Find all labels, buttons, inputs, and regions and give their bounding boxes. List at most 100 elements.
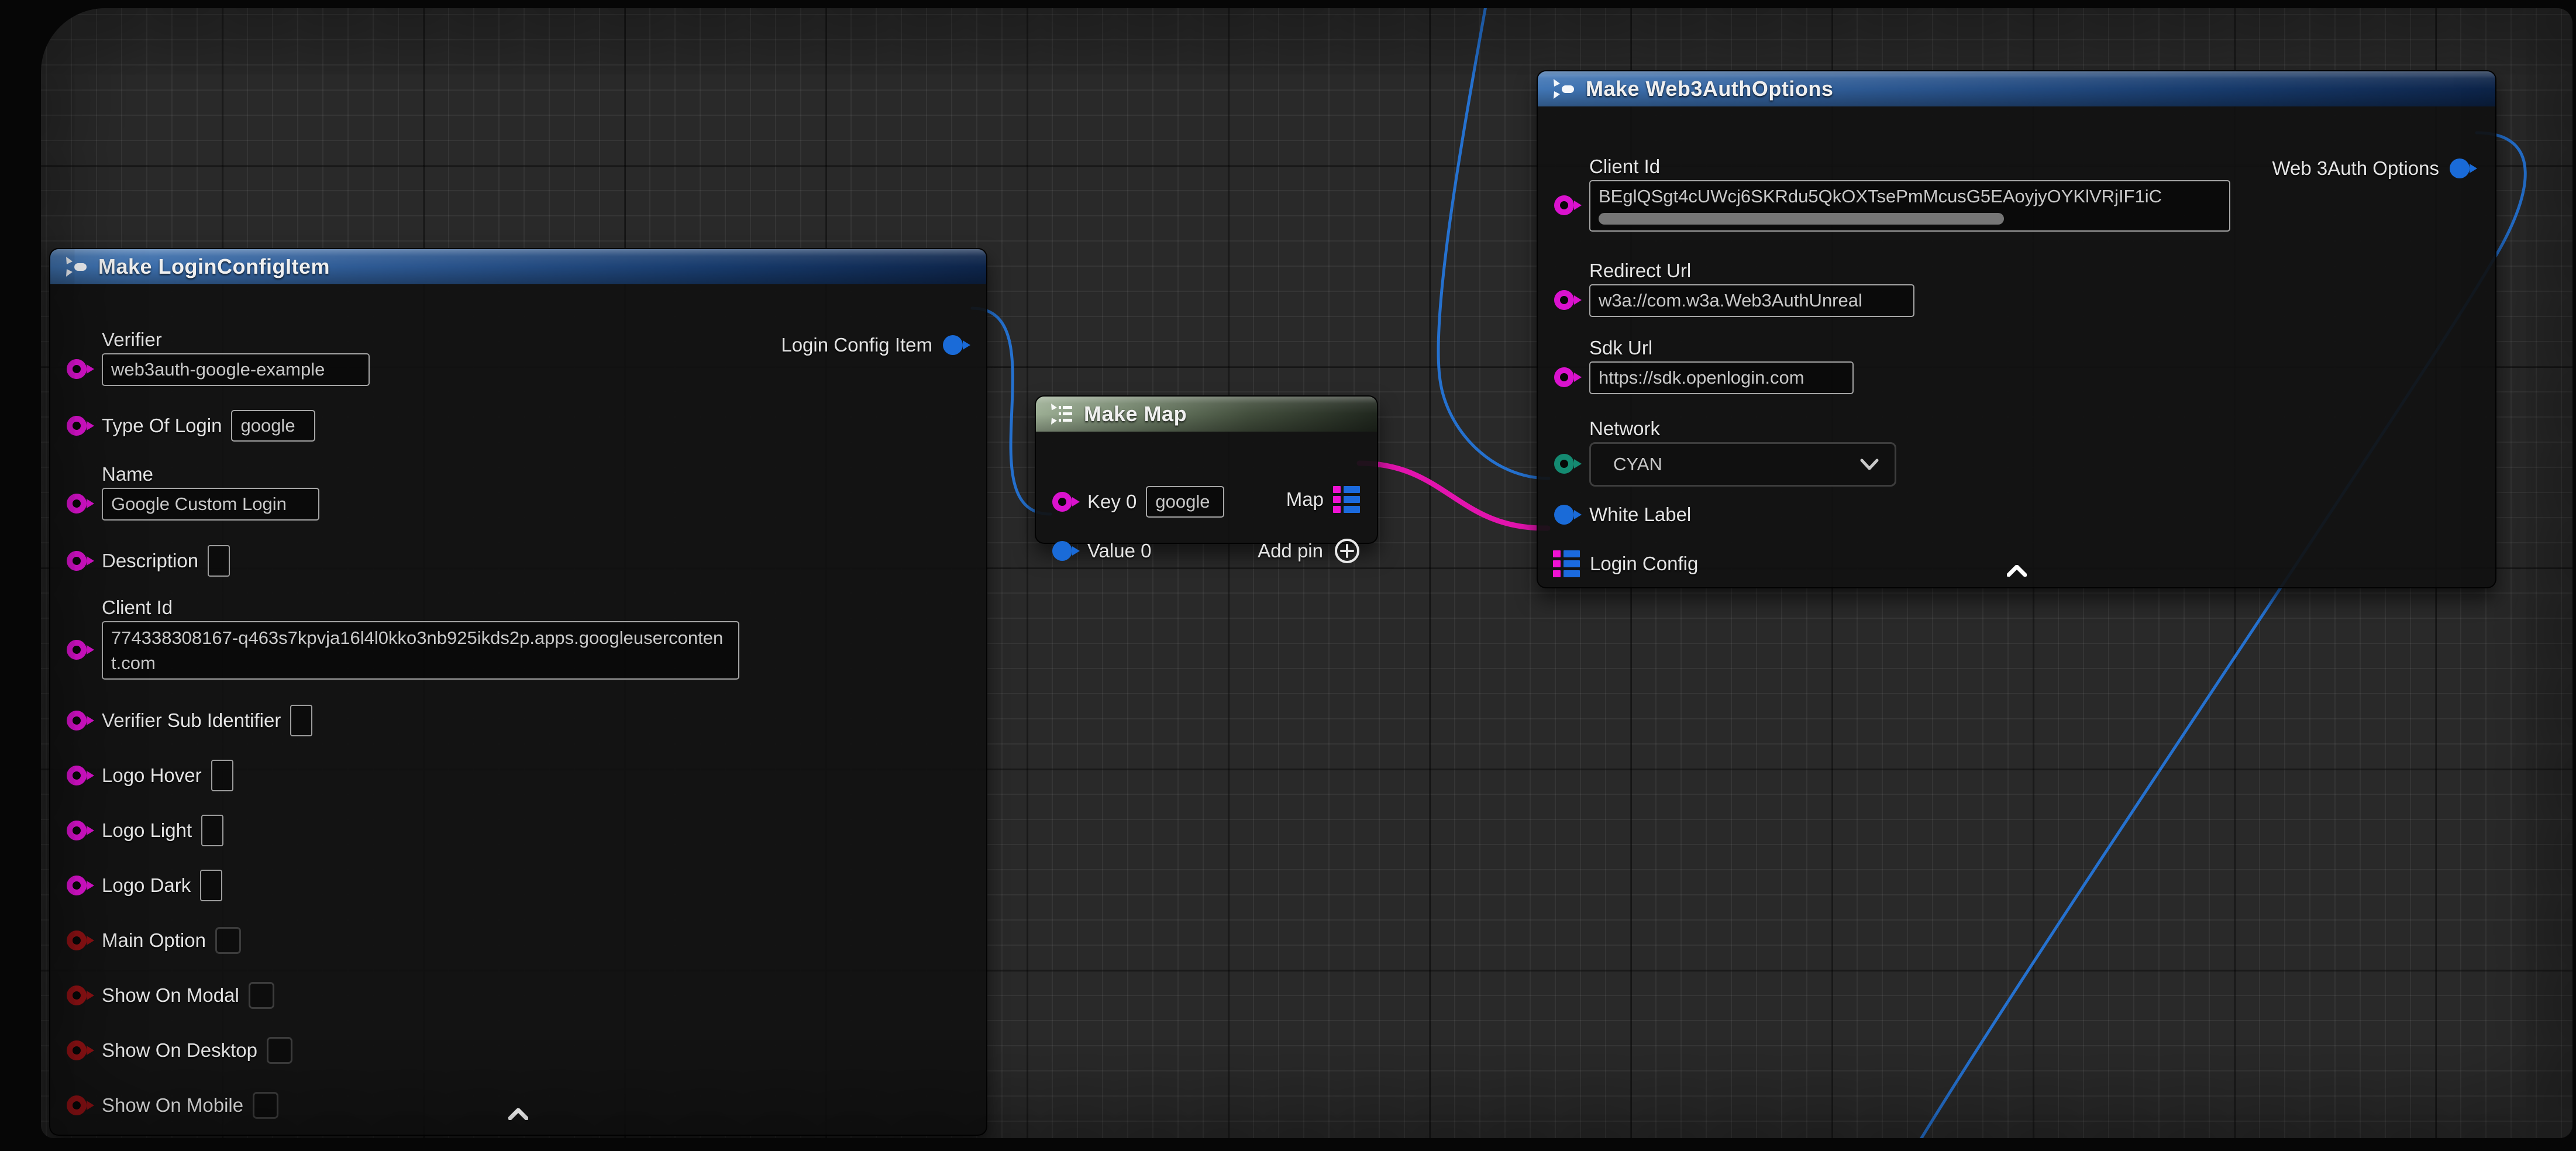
logo-hover-text-field[interactable] [211,760,233,791]
pin-client-id[interactable] [66,638,92,661]
pin-label-main-option: Main Option [102,929,206,952]
client-id-input[interactable]: 774338308167-q463s7kpvja16l4l0kko3nb925i… [102,621,739,680]
wire-offscreen-top-to-make-web3authoptions-white-label[interactable] [1438,8,1549,478]
show-on-modal-checkbox[interactable] [249,982,274,1009]
pin-label-network: Network [1589,418,1660,440]
add-pin-button[interactable]: Add pin [1258,535,1361,567]
client-id-value: BEglQSgt4cUWcj6SKRdu5QkOXTsePmMcusG5EAoy… [1599,186,2162,207]
pin-verifier-sub-identifier[interactable] [66,709,92,732]
pin-label-show-on-mobile: Show On Mobile [102,1094,243,1116]
verifier-value: web3auth-google-example [111,359,325,380]
output-row-map: Map [1286,483,1361,516]
logo-dark-text-field[interactable] [200,870,222,901]
show-on-mobile-checkbox[interactable] [253,1092,278,1119]
pin-key-0[interactable] [1051,490,1078,514]
description-text-field[interactable] [208,545,230,577]
pin-row-verifier: Verifier web3auth-google-example [66,329,370,386]
output-pin-login-config-item[interactable] [942,333,969,357]
node-make-map[interactable]: Make MapMapKey 0googleValue 0Add pin [1035,395,1378,544]
redirect-url-value: w3a://com.w3a.Web3AuthUnreal [1599,290,1862,311]
verifier-input[interactable]: web3auth-google-example [102,353,370,386]
graph-world: Make LoginConfigItem Login Config Item Ver… [41,8,2572,1138]
pin-redirect-url[interactable] [1553,288,1580,312]
sdk-url-value: https://sdk.openlogin.com [1599,367,1804,388]
node-title: Make Map [1084,402,1187,426]
output-pin-web-3auth-options[interactable] [2448,157,2475,180]
pin-logo-hover[interactable] [66,764,92,787]
pin-label-description: Description [102,550,198,572]
node-make-web3authoptions[interactable]: Make Web3AuthOptions Web 3Auth Options Cli… [1537,70,2496,588]
node-body: Web 3Auth Options Client Id BEglQSgt4cUWcj… [1538,106,2495,587]
key-0-input[interactable]: google [1146,486,1224,518]
pin-white-label[interactable] [1553,503,1580,526]
pin-label-verifier: Verifier [102,329,162,351]
pin-label-login-config: Login Config [1590,553,1698,575]
pin-logo-dark[interactable] [66,874,92,897]
name-input[interactable]: Google Custom Login [102,488,319,521]
pin-row-redirect-url: Redirect Urlw3a://com.w3a.Web3AuthUnreal [1553,260,1914,317]
pin-value-0[interactable] [1051,539,1078,563]
pin-name[interactable] [66,492,92,515]
chevron-down-icon [1859,458,1879,471]
pin-main-option[interactable] [66,929,92,952]
pin-row-logo-light: Logo Light [66,814,223,847]
pin-client-id[interactable] [1553,194,1580,217]
node-header-make-web3authoptions[interactable]: Make Web3AuthOptions [1538,71,2495,106]
pin-row-verifier-sub-identifier: Verifier Sub Identifier [66,704,312,737]
output-row-login-config-item: Login Config Item [781,329,969,361]
node-body: MapKey 0googleValue 0Add pin [1036,432,1377,543]
client-id-input[interactable]: BEglQSgt4cUWcj6SKRdu5QkOXTsePmMcusG5EAoy… [1589,180,2230,232]
key-0-value: google [1155,491,1210,512]
pin-label-name: Name [102,463,153,485]
network-selected-value: CYAN [1613,454,1662,475]
pin-show-on-modal[interactable] [66,984,92,1007]
collapse-node-button[interactable] [492,1102,545,1126]
type-of-login-input[interactable]: google [231,410,315,442]
pin-label-sdk-url: Sdk Url [1589,337,1652,359]
pin-label-client-id: Client Id [1589,156,1660,178]
node-header-make-loginconfigitem[interactable]: Make LoginConfigItem [50,249,986,284]
pin-row-show-on-modal: Show On Modal [66,979,274,1012]
add-pin-label: Add pin [1258,540,1323,562]
node-header-make-map[interactable]: Make Map [1036,397,1377,432]
client-id-scrollbar[interactable] [1599,213,2004,225]
pin-row-client-id: Client Id BEglQSgt4cUWcj6SKRdu5QkOXTsePmM… [1553,156,2230,232]
redirect-url-input[interactable]: w3a://com.w3a.Web3AuthUnreal [1589,284,1914,317]
sdk-url-input[interactable]: https://sdk.openlogin.com [1589,361,1854,394]
collapse-node-button[interactable] [1990,559,2043,583]
pin-show-on-mobile[interactable] [66,1094,92,1117]
pin-row-value-0: Value 0 [1051,535,1151,567]
pin-row-type-of-login: Type Of Logingoogle [66,409,315,442]
blueprint-graph-canvas[interactable]: Make LoginConfigItem Login Config Item Ver… [41,8,2572,1138]
make-struct-icon [63,254,89,280]
node-title: Make LoginConfigItem [98,254,330,279]
pin-show-on-desktop[interactable] [66,1039,92,1062]
pin-sdk-url[interactable] [1553,366,1580,389]
pin-type-of-login[interactable] [66,414,92,437]
pin-description[interactable] [66,549,92,573]
logo-light-text-field[interactable] [201,815,223,846]
make-map-icon [1049,401,1075,427]
output-pin-map[interactable] [1333,486,1361,513]
type-of-login-value: google [240,415,295,436]
pin-row-network: Network CYAN [1553,418,1896,487]
pin-row-description: Description [66,545,230,577]
pin-verifier[interactable] [66,357,92,381]
pin-row-white-label: White Label [1553,498,1691,531]
pin-logo-light[interactable] [66,819,92,842]
pin-login-config[interactable] [1553,550,1580,577]
node-title: Make Web3AuthOptions [1586,77,1833,101]
pin-label-show-on-desktop: Show On Desktop [102,1039,257,1062]
pin-label-logo-hover: Logo Hover [102,764,202,787]
pin-label-key-0: Key 0 [1087,491,1137,513]
pin-label-logo-dark: Logo Dark [102,874,191,897]
verifier-sub-identifier-text-field[interactable] [290,705,312,736]
pin-network[interactable] [1553,452,1580,475]
show-on-desktop-checkbox[interactable] [267,1037,292,1064]
pin-row-show-on-mobile: Show On Mobile [66,1089,278,1122]
node-make-loginconfigitem[interactable]: Make LoginConfigItem Login Config Item Ver… [49,248,987,1136]
output-pin-label: Web 3Auth Options [2272,157,2439,180]
main-option-checkbox[interactable] [215,927,241,954]
network-dropdown[interactable]: CYAN [1589,442,1896,487]
pin-row-main-option: Main Option [66,924,241,957]
